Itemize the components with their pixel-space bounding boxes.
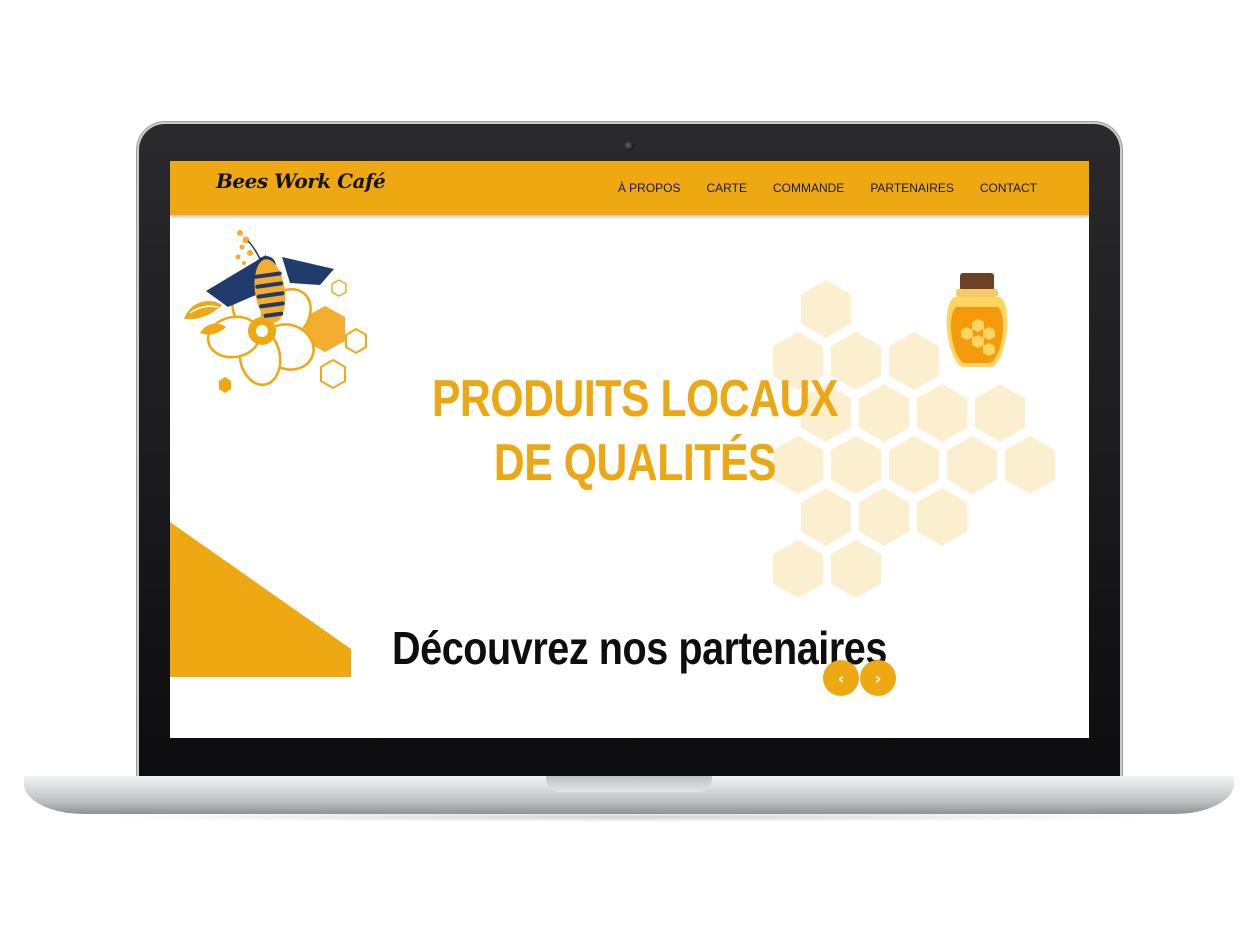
carousel-next-button[interactable]: › (860, 660, 896, 696)
laptop-mockup: Bees Work Café À PROPOS CARTE COMMANDE P… (0, 0, 1258, 944)
partners-heading: Découvrez nos partenaires (392, 622, 887, 674)
honeycomb-cell (888, 436, 940, 494)
hero-title: PRODUITS LOCAUX DE QUALITÉS (431, 370, 839, 492)
website-screen: Bees Work Café À PROPOS CARTE COMMANDE P… (170, 161, 1089, 738)
laptop-notch (546, 776, 712, 792)
honeycomb-cell (800, 488, 852, 546)
honeycomb-cell (1004, 436, 1056, 494)
nav-item-carte[interactable]: CARTE (707, 181, 747, 195)
honeycomb-cell (916, 488, 968, 546)
leaf-illustration (184, 301, 226, 335)
chevron-right-icon: › (874, 668, 882, 688)
nav-menu: À PROPOS CARTE COMMANDE PARTENAIRES CONT… (618, 161, 1037, 215)
honeycomb-cell (858, 488, 910, 546)
bee-illustration (206, 230, 334, 323)
honeycomb-cell (888, 332, 940, 390)
chevron-left-icon: ‹ (837, 668, 845, 688)
honeycomb-cell (830, 540, 882, 598)
nav-item-contact[interactable]: CONTACT (980, 181, 1037, 195)
honeycomb-cell (974, 384, 1026, 442)
nav-item-a-propos[interactable]: À PROPOS (618, 181, 681, 195)
nav-item-commande[interactable]: COMMANDE (773, 181, 844, 195)
top-navbar: Bees Work Café À PROPOS CARTE COMMANDE P… (170, 161, 1089, 215)
webcam-icon (624, 141, 634, 151)
honeycomb-cell (946, 436, 998, 494)
nav-item-partenaires[interactable]: PARTENAIRES (870, 181, 954, 195)
honey-jar-illustration (946, 273, 1008, 367)
brand-logo[interactable]: Bees Work Café (216, 169, 386, 193)
orange-triangle-shape (170, 522, 351, 677)
carousel-prev-button[interactable]: ‹ (823, 660, 859, 696)
honeycomb-cell (772, 540, 824, 598)
honeycomb-cell (916, 384, 968, 442)
honeycomb-cell (800, 280, 852, 338)
